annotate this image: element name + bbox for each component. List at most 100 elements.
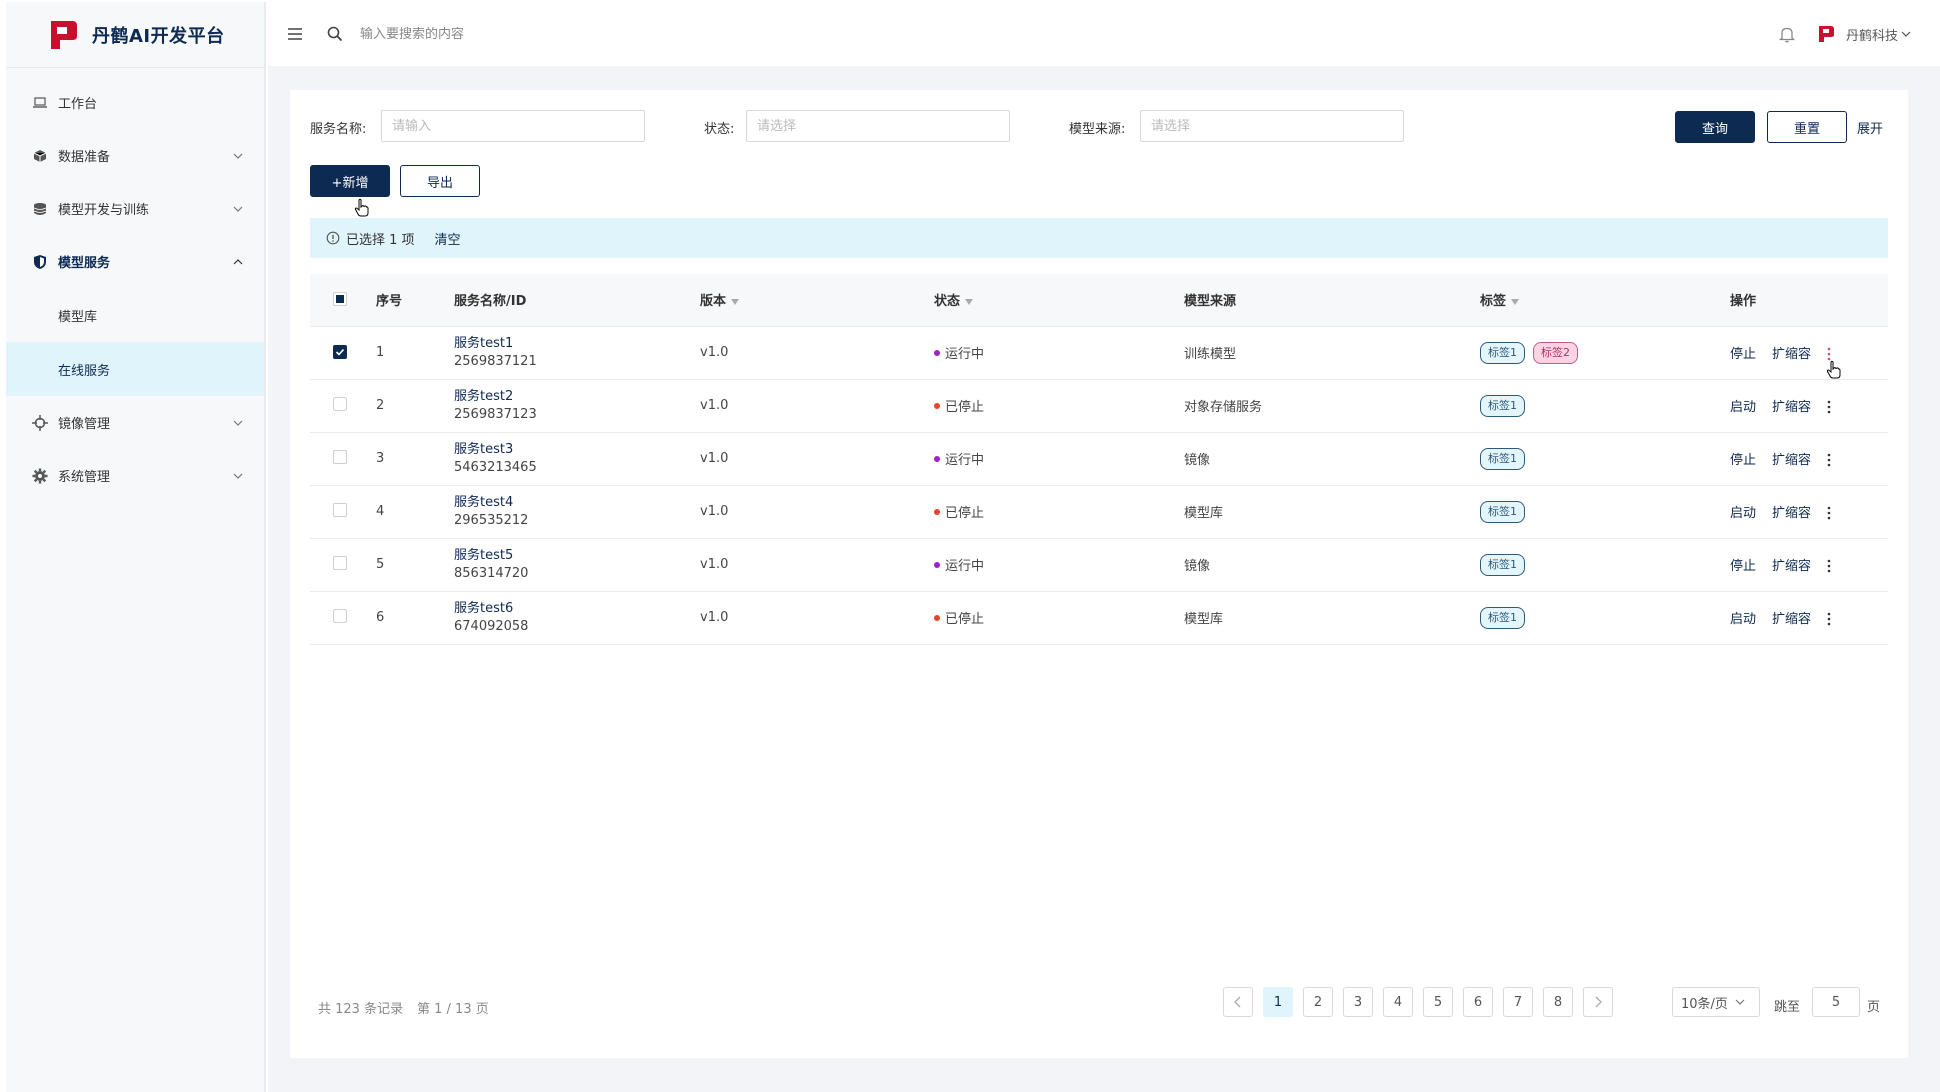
jump-page-input[interactable] xyxy=(1812,987,1860,1017)
page-number-button[interactable]: 2 xyxy=(1303,987,1333,1017)
page-number-button[interactable]: 6 xyxy=(1463,987,1493,1017)
page-number-button[interactable]: 5 xyxy=(1423,987,1453,1017)
page-suffix: 页 xyxy=(1867,1000,1881,1015)
sidebar-item-image-mgmt[interactable]: 镜像管理 xyxy=(6,396,264,449)
service-name-link[interactable]: 服务test6 xyxy=(454,600,700,618)
status-text: 已停止 xyxy=(945,400,985,415)
more-options-icon[interactable] xyxy=(1823,611,1835,627)
table-row[interactable]: 6 服务test6 674092058 v1.0 已停止 模型库 标签1 启动 扩缩… xyxy=(310,591,1888,644)
filter-icon[interactable] xyxy=(730,297,740,307)
expand-link[interactable]: 展开 xyxy=(1857,118,1883,137)
more-options-icon[interactable] xyxy=(1823,505,1835,521)
row-checkbox[interactable] xyxy=(333,502,347,517)
start-link[interactable]: 启动 xyxy=(1730,400,1756,415)
table-row[interactable]: 4 服务test4 296535212 v1.0 已停止 模型库 标签1 启动 扩缩… xyxy=(310,485,1888,538)
status-text: 已停止 xyxy=(945,506,985,521)
col-header-tags[interactable]: 标签 xyxy=(1480,274,1730,326)
chevron-up-icon xyxy=(232,256,244,268)
row-source: 镜像 xyxy=(1184,453,1211,468)
row-index: 4 xyxy=(376,504,385,519)
sidebar-item-model-service[interactable]: 模型服务 xyxy=(6,235,264,288)
sidebar: 丹鹤AI开发平台 工作台 数据准备 模型开发与训练 模型服务 模型库 在线服务 … xyxy=(6,2,266,1092)
status-indicator: 已停止 xyxy=(934,396,984,415)
table-row[interactable]: 5 服务test5 856314720 v1.0 运行中 镜像 标签1 停止 扩缩容 xyxy=(310,538,1888,591)
sidebar-item-data-prep[interactable]: 数据准备 xyxy=(6,129,264,182)
row-checkbox[interactable] xyxy=(333,344,347,359)
scale-link[interactable]: 扩缩容 xyxy=(1772,400,1811,415)
user-name[interactable]: 丹鹤科技 xyxy=(1846,25,1898,44)
more-options-icon[interactable] xyxy=(1823,346,1835,362)
scale-link[interactable]: 扩缩容 xyxy=(1772,506,1811,521)
row-checkbox[interactable] xyxy=(333,396,347,411)
status-dot xyxy=(934,402,940,409)
status-filter-select[interactable] xyxy=(746,110,1010,142)
filter-icon[interactable] xyxy=(964,297,974,307)
table-row[interactable]: 3 服务test3 5463213465 v1.0 运行中 镜像 标签1 停止 扩缩… xyxy=(310,432,1888,485)
row-checkbox[interactable] xyxy=(333,608,347,623)
service-name-link[interactable]: 服务test3 xyxy=(454,441,700,459)
next-page-button[interactable] xyxy=(1583,987,1613,1017)
chevron-down-icon[interactable] xyxy=(1900,28,1912,40)
sidebar-item-system-mgmt[interactable]: 系统管理 xyxy=(6,449,264,502)
name-filter-input[interactable] xyxy=(381,110,645,142)
row-checkbox[interactable] xyxy=(333,449,347,464)
page-number-button[interactable]: 7 xyxy=(1503,987,1533,1017)
chevron-down-icon xyxy=(232,203,244,215)
source-filter-select[interactable] xyxy=(1140,110,1404,142)
service-name-link[interactable]: 服务test2 xyxy=(454,388,700,406)
scale-link[interactable]: 扩缩容 xyxy=(1772,347,1811,362)
prev-page-button[interactable] xyxy=(1223,987,1253,1017)
status-indicator: 运行中 xyxy=(934,449,984,468)
start-link[interactable]: 启动 xyxy=(1730,506,1756,521)
start-link[interactable]: 启动 xyxy=(1730,612,1756,627)
clear-selection-link[interactable]: 清空 xyxy=(435,229,461,248)
page-number-button[interactable]: 4 xyxy=(1383,987,1413,1017)
page-number-button[interactable]: 8 xyxy=(1543,987,1573,1017)
selection-count: 已选择 1 项 xyxy=(346,232,415,248)
page-size-select[interactable]: 10条/页 xyxy=(1672,987,1760,1017)
service-name-link[interactable]: 服务test5 xyxy=(454,547,700,565)
filter-icon[interactable] xyxy=(1510,297,1520,307)
tag-badge: 标签1 xyxy=(1480,606,1525,629)
scale-link[interactable]: 扩缩容 xyxy=(1772,453,1811,468)
sidebar-subitem-online-service[interactable]: 在线服务 xyxy=(6,342,264,396)
row-source: 训练模型 xyxy=(1184,347,1237,362)
menu-toggle-icon[interactable] xyxy=(286,25,304,43)
row-tags: 标签1 xyxy=(1480,432,1730,485)
service-name-link[interactable]: 服务test1 xyxy=(454,335,700,353)
stop-link[interactable]: 停止 xyxy=(1730,559,1756,574)
stop-link[interactable]: 停止 xyxy=(1730,347,1756,362)
sidebar-subitem-model-library[interactable]: 模型库 xyxy=(6,288,264,342)
avatar[interactable] xyxy=(1816,24,1836,44)
row-checkbox[interactable] xyxy=(333,555,347,570)
query-button[interactable]: 查询 xyxy=(1675,111,1755,143)
row-version: v1.0 xyxy=(700,345,729,360)
sidebar-item-workbench[interactable]: 工作台 xyxy=(6,76,264,129)
search-input[interactable] xyxy=(360,26,760,42)
status-text: 运行中 xyxy=(945,453,985,468)
reset-button[interactable]: 重置 xyxy=(1767,111,1847,143)
table-row[interactable]: 1 服务test1 2569837121 v1.0 运行中 训练模型 标签1 标签2… xyxy=(310,326,1888,379)
export-button[interactable]: 导出 xyxy=(400,165,480,197)
table-row[interactable]: 2 服务test2 2569837123 v1.0 已停止 对象存储服务 标签1 … xyxy=(310,379,1888,432)
more-options-icon[interactable] xyxy=(1823,558,1835,574)
select-all-checkbox[interactable] xyxy=(333,292,347,307)
service-name-link[interactable]: 服务test4 xyxy=(454,494,700,512)
add-button[interactable]: +新增 xyxy=(310,165,390,197)
more-options-icon[interactable] xyxy=(1823,452,1835,468)
tag-badge: 标签1 xyxy=(1480,394,1525,417)
bell-icon[interactable] xyxy=(1778,25,1796,43)
source-filter-label: 模型来源: xyxy=(1069,122,1126,137)
page-number-button[interactable]: 1 xyxy=(1263,987,1293,1017)
scale-link[interactable]: 扩缩容 xyxy=(1772,559,1811,574)
sidebar-item-model-dev[interactable]: 模型开发与训练 xyxy=(6,182,264,235)
col-header-version[interactable]: 版本 xyxy=(700,274,934,326)
more-options-icon[interactable] xyxy=(1823,399,1835,415)
col-header-status[interactable]: 状态 xyxy=(934,274,1184,326)
sidebar-item-label: 工作台 xyxy=(58,97,98,112)
service-id: 2569837123 xyxy=(454,406,537,422)
stop-link[interactable]: 停止 xyxy=(1730,453,1756,468)
scale-link[interactable]: 扩缩容 xyxy=(1772,612,1811,627)
search-icon[interactable] xyxy=(326,25,344,43)
page-number-button[interactable]: 3 xyxy=(1343,987,1373,1017)
